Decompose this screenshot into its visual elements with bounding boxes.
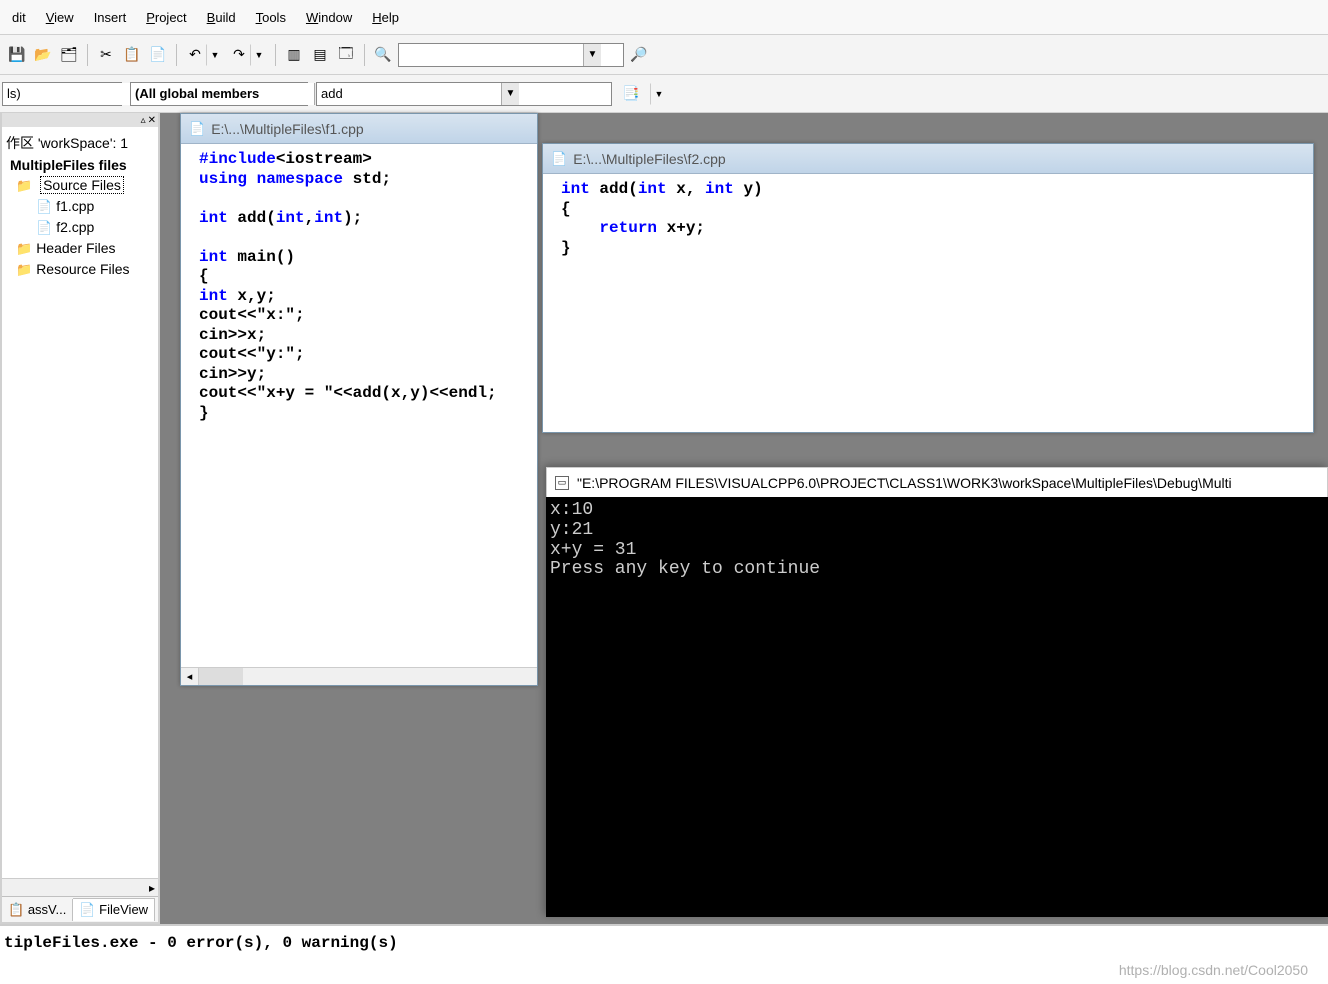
folder-label: Resource Files	[36, 261, 129, 277]
function-combo[interactable]: ▼	[316, 82, 612, 106]
file-f1-node[interactable]: f1.cpp	[6, 196, 154, 217]
save-all-button[interactable]: 🗂	[58, 44, 80, 66]
header-files-node[interactable]: Header Files	[6, 238, 154, 259]
editor-title-f1[interactable]: E:\...\MultipleFiles\f1.cpp	[181, 114, 537, 144]
hscrollbar[interactable]: ◂	[181, 667, 537, 685]
window-list-icon[interactable]: 🗔	[335, 44, 357, 66]
console-window: ▭ "E:\PROGRAM FILES\VISUALCPP6.0\PROJECT…	[546, 467, 1328, 917]
code-editor-f2[interactable]: int add(int x, int y) { return x+y; }	[543, 174, 1313, 432]
member-input[interactable]	[131, 83, 314, 105]
find-input[interactable]	[399, 44, 583, 66]
console-title-text: "E:\PROGRAM FILES\VISUALCPP6.0\PROJECT\C…	[577, 475, 1232, 491]
tab-classview[interactable]: 📋 assV...	[2, 899, 73, 921]
member-combo[interactable]: ▼	[130, 82, 308, 106]
redo-drop[interactable]: ▼	[250, 44, 268, 66]
class-combo[interactable]: ▼	[2, 82, 122, 106]
find-button[interactable]: 🔎	[628, 44, 650, 66]
menu-window[interactable]: Window	[298, 7, 360, 28]
redo-button[interactable]: ↷	[228, 44, 250, 66]
menu-tools[interactable]: Tools	[248, 7, 294, 28]
workspace-tabs: 📋 assV... 📄 FileView	[2, 896, 158, 922]
resource-files-node[interactable]: Resource Files	[6, 259, 154, 280]
file-f2-node[interactable]: f2.cpp	[6, 217, 154, 238]
cpp-file-icon	[36, 219, 56, 235]
folder-icon	[16, 261, 36, 277]
copy-button[interactable]: 📋	[121, 44, 143, 66]
undo-split[interactable]: ↶ ▼	[184, 44, 224, 66]
console-titlebar[interactable]: ▭ "E:\PROGRAM FILES\VISUALCPP6.0\PROJECT…	[546, 467, 1328, 497]
menu-insert[interactable]: Insert	[86, 7, 135, 28]
tab-fileview[interactable]: 📄 FileView	[73, 898, 155, 921]
folder-icon	[16, 177, 36, 193]
separator	[176, 44, 177, 66]
menu-project[interactable]: Project	[138, 7, 194, 28]
find-combo[interactable]: ▼	[398, 43, 624, 67]
cpp-file-icon	[36, 198, 56, 214]
separator	[275, 44, 276, 66]
cut-button[interactable]: ✂	[95, 44, 117, 66]
standard-toolbar: 💾 📂 🗂 ✂ 📋 📄 ↶ ▼ ↷ ▼ ▥ ▤ 🗔 🔍 ▼ 🔎	[0, 35, 1328, 75]
find-in-files-button[interactable]: 🔍	[372, 44, 394, 66]
menu-help[interactable]: Help	[364, 7, 407, 28]
project-node[interactable]: MultipleFiles files	[6, 155, 154, 175]
source-files-node[interactable]: Source Files	[6, 175, 154, 196]
scroll-thumb[interactable]	[199, 668, 243, 685]
menu-view[interactable]: View	[38, 7, 82, 28]
source-files-label: Source Files	[40, 176, 124, 194]
separator	[364, 44, 365, 66]
menu-build[interactable]: Build	[199, 7, 244, 28]
menubar: dit View Insert Project Build Tools Wind…	[0, 0, 1328, 35]
dropdown-icon[interactable]: ▼	[501, 83, 519, 105]
editor-window-f2: E:\...\MultipleFiles\f2.cpp int add(int …	[542, 143, 1314, 433]
file-icon	[189, 120, 205, 137]
output-window-icon[interactable]: ▤	[309, 44, 331, 66]
editor-title-f2[interactable]: E:\...\MultipleFiles\f2.cpp	[543, 144, 1313, 174]
go-to-dropdown[interactable]: ▼	[650, 83, 668, 105]
file-label: f1.cpp	[56, 198, 94, 214]
dropdown-icon[interactable]: ▼	[583, 44, 601, 66]
tab-label: FileView	[99, 902, 148, 917]
console-output[interactable]: x:10 y:21 x+y = 31 Press any key to cont…	[546, 497, 1328, 917]
editor-window-f1: E:\...\MultipleFiles\f1.cpp #include<ios…	[180, 113, 538, 686]
paste-button[interactable]: 📄	[147, 44, 169, 66]
project-tree[interactable]: 作区 'workSpace': 1 MultipleFiles files So…	[2, 127, 158, 878]
workspace-node[interactable]: 作区 'workSpace': 1	[6, 131, 154, 155]
undo-drop[interactable]: ▼	[206, 44, 224, 66]
close-icon[interactable]: ✕	[148, 115, 156, 126]
pin-icon[interactable]: ▵	[141, 115, 146, 126]
workspace-window-icon[interactable]: ▥	[283, 44, 305, 66]
editor-title-label: E:\...\MultipleFiles\f1.cpp	[211, 121, 364, 137]
redo-split[interactable]: ↷ ▼	[228, 44, 268, 66]
undo-button[interactable]: ↶	[184, 44, 206, 66]
folder-label: Header Files	[36, 240, 115, 256]
file-label: f2.cpp	[56, 219, 94, 235]
folder-icon	[16, 240, 36, 256]
open-button[interactable]: 📂	[32, 44, 54, 66]
save-button[interactable]: 💾	[6, 44, 28, 66]
separator	[87, 44, 88, 66]
wizard-toolbar: ▼ ▼ ▼ 📑 ▼	[0, 75, 1328, 113]
tree-scrollbar[interactable]: ▸	[2, 878, 158, 896]
function-input[interactable]	[317, 83, 501, 105]
tab-label: assV...	[28, 902, 67, 917]
scroll-left-icon[interactable]: ◂	[181, 668, 199, 685]
editor-title-label: E:\...\MultipleFiles\f2.cpp	[573, 151, 726, 167]
menu-edit[interactable]: dit	[4, 7, 34, 28]
watermark-text: https://blog.csdn.net/Cool2050	[1119, 962, 1308, 978]
console-icon: ▭	[555, 476, 569, 490]
workspace-panel: ▵ ✕ 作区 'workSpace': 1 MultipleFiles file…	[0, 113, 160, 924]
code-editor-f1[interactable]: #include<iostream> using namespace std; …	[181, 144, 537, 667]
panel-header: ▵ ✕	[2, 113, 158, 127]
go-to-button[interactable]: 📑	[620, 83, 642, 105]
file-icon	[551, 150, 567, 167]
